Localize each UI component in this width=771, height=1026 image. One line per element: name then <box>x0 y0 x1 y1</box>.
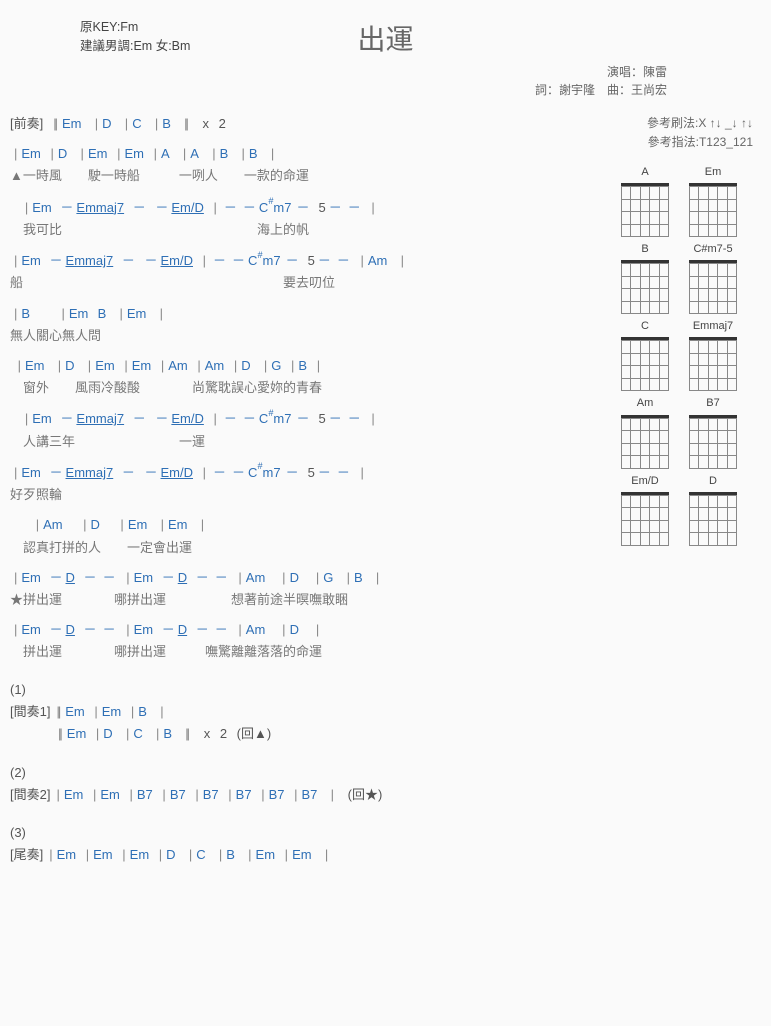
chord-line: |Em －Emmaj7 － －Em/D |－－C#m7－5－－ | <box>10 408 610 429</box>
fretboard-icon <box>689 337 737 391</box>
section-line: [間奏1]||Em |Em |B | <box>10 702 610 722</box>
song-title: 出運 <box>10 18 761 61</box>
chord-line: |Em |D |Em |Em |Am |Am |D |G |B | <box>10 356 610 376</box>
section-line: [間奏2]|Em |Em |B7 |B7 |B7 |B7 |B7 |B7 | (… <box>10 785 610 805</box>
lyric-line: 我可比 海上的帆 <box>10 220 610 240</box>
chord-diagram: D <box>683 473 743 546</box>
chord-diagram-label: D <box>683 473 743 490</box>
fretboard-icon <box>689 415 737 469</box>
chord-diagram-label: Em/D <box>615 473 675 490</box>
chord-diagram: Em/D <box>615 473 675 546</box>
fretboard-icon <box>621 415 669 469</box>
chord-diagram: Emmaj7 <box>683 318 743 391</box>
right-column: 參考刷法:X ↑↓ _↓ ↑↓ 參考指法:T123_121 A Em B C#m7-5… <box>607 114 753 546</box>
fretboard-icon <box>621 492 669 546</box>
lyric-line: 人講三年 一運 <box>10 432 610 452</box>
chord-line: |Em －D －－ |Em －D －－ |Am |D | <box>10 620 610 640</box>
chord-diagram: A <box>615 164 675 237</box>
credits: 詞：謝宇隆 曲：王尚宏 <box>10 81 667 100</box>
fretboard-icon <box>689 183 737 237</box>
lyric-line: 認真打拼的人 一定會出運 <box>10 538 610 558</box>
lyric-line: ★拼出運 哪拼出運 想著前途半暝嘸敢睏 <box>10 590 610 610</box>
section-number: (3) <box>10 823 610 843</box>
chord-line: |Am |D |Em |Em | <box>10 515 610 535</box>
intro-marker: [前奏] <box>10 114 43 134</box>
credits-block: 演唱：陳雷 詞：謝宇隆 曲：王尚宏 <box>10 63 667 100</box>
singer: 演唱：陳雷 <box>10 63 667 82</box>
chord-diagrams: A Em B C#m7-5 C Emmaj7 Am B7 Em/D D <box>615 164 753 545</box>
fretboard-icon <box>621 337 669 391</box>
chord-diagram-label: B7 <box>683 395 743 412</box>
lyric-line: 好歹照輪 <box>10 485 610 505</box>
chord-diagram: Em <box>683 164 743 237</box>
chord-diagram: C#m7-5 <box>683 241 743 314</box>
chord-diagram: C <box>615 318 675 391</box>
lyric-line: 無人關心無人問 <box>10 326 610 346</box>
chord-diagram-label: B <box>615 241 675 258</box>
sheet: [前奏] ||Em |D |C |B || x 2 |Em |D |Em |Em… <box>10 114 610 865</box>
verse-block: |Em |D |Em |Em |A |A |B |B |▲一時風 駛一時船 一咧… <box>10 144 610 558</box>
chord-diagram-label: Am <box>615 395 675 412</box>
chorus-block: |Em －D －－ |Em －D －－ |Am |D |G |B |★拼出運 哪… <box>10 568 610 663</box>
chord-diagram: Am <box>615 395 675 468</box>
fretboard-icon <box>689 260 737 314</box>
ref-strum: 參考刷法:X ↑↓ _↓ ↑↓ <box>607 114 753 133</box>
chord-diagram-label: C <box>615 318 675 335</box>
section-line: ||Em |D |C |B || x 2 (回▲) <box>54 724 610 744</box>
chord-line: |B |Em B |Em | <box>10 304 610 324</box>
fretboard-icon <box>621 260 669 314</box>
sections: (1)[間奏1]||Em |Em |B |||Em |D |C |B || x … <box>10 680 610 865</box>
chord-line: |Em －Emmaj7 － －Em/D |－－C#m7－5－－ | <box>10 462 610 483</box>
chord-diagram: B7 <box>683 395 743 468</box>
ref-finger: 參考指法:T123_121 <box>607 133 753 152</box>
section-number: (2) <box>10 763 610 783</box>
chord-diagram-label: C#m7-5 <box>683 241 743 258</box>
chord-diagram-label: Emmaj7 <box>683 318 743 335</box>
chord-line: |Em －D －－ |Em －D －－ |Am |D |G |B | <box>10 568 610 588</box>
chord-line: |Em －Emmaj7 － －Em/D |－－C#m7－5－－ |Am | <box>10 250 610 271</box>
chord-line: |Em |D |Em |Em |A |A |B |B | <box>10 144 610 164</box>
fretboard-icon <box>689 492 737 546</box>
intro-bars: ||Em |D |C |B || x 2 <box>49 114 226 134</box>
chord-diagram-label: A <box>615 164 675 181</box>
lyric-line: 拼出運 哪拼出運 嘸驚離離落落的命運 <box>10 642 610 662</box>
chord-diagram-label: Em <box>683 164 743 181</box>
chord-diagram: B <box>615 241 675 314</box>
chord-line: |Em －Emmaj7 － －Em/D |－－C#m7－5－－ | <box>10 196 610 217</box>
lyric-line: 船 要去叨位 <box>10 273 610 293</box>
fretboard-icon <box>621 183 669 237</box>
lyric-line: 窗外 風雨冷酸酸 尚驚耽誤心愛妳的青春 <box>10 378 610 398</box>
section-number: (1) <box>10 680 610 700</box>
lyric-line: ▲一時風 駛一時船 一咧人 一款的命運 <box>10 166 610 186</box>
intro-line: [前奏] ||Em |D |C |B || x 2 <box>10 114 610 134</box>
section-line: [尾奏]|Em |Em |Em |D |C |B |Em |Em | <box>10 845 610 865</box>
header: 原KEY:Fm 建議男調:Em 女:Bm 出運 演唱：陳雷 詞：謝宇隆 曲：王尚… <box>10 18 761 100</box>
